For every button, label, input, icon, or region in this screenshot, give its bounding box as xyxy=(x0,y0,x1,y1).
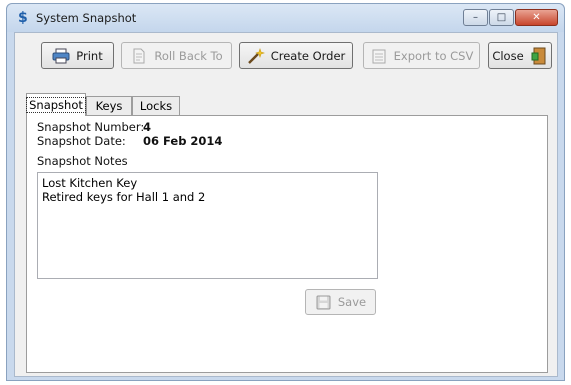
window-title: System Snapshot xyxy=(36,11,137,25)
close-label: Close xyxy=(492,48,524,63)
tab-locks[interactable]: Locks xyxy=(132,96,180,115)
exit-door-icon xyxy=(530,47,548,65)
tab-snapshot-label: Snapshot xyxy=(26,97,86,113)
snapshot-notes-field[interactable]: Lost Kitchen Key Retired keys for Hall 1… xyxy=(37,172,378,279)
window-client: Print Roll Back To Create Order Export t… xyxy=(14,32,558,377)
maximize-icon: □ xyxy=(496,12,507,23)
floppy-disk-icon xyxy=(315,293,333,311)
roll-back-to-label: Roll Back To xyxy=(154,48,223,63)
tab-keys-label: Keys xyxy=(95,99,123,113)
snapshot-panel: Snapshot Number: 4 Snapshot Date: 06 Feb… xyxy=(26,115,548,373)
print-label: Print xyxy=(76,48,103,63)
close-window-button[interactable]: ✕ xyxy=(515,9,558,26)
minimize-button[interactable]: – xyxy=(463,9,488,26)
window-controls: – □ ✕ xyxy=(463,9,558,27)
snapshot-number-label: Snapshot Number: xyxy=(37,120,145,134)
close-icon: ✕ xyxy=(532,12,541,23)
document-icon xyxy=(130,47,148,65)
system-snapshot-window: $ System Snapshot – □ ✕ Print Roll Back … xyxy=(6,3,565,381)
magic-wand-icon xyxy=(247,47,265,65)
create-order-button[interactable]: Create Order xyxy=(239,42,353,69)
save-button[interactable]: Save xyxy=(305,289,376,315)
print-button[interactable]: Print xyxy=(41,42,114,69)
export-to-csv-button[interactable]: Export to CSV xyxy=(363,42,480,69)
snapshot-date-value: 06 Feb 2014 xyxy=(143,134,223,148)
snapshot-notes-label: Snapshot Notes xyxy=(37,154,128,168)
close-button[interactable]: Close xyxy=(488,42,552,69)
tab-snapshot[interactable]: Snapshot xyxy=(26,93,86,116)
printer-icon xyxy=(52,47,70,65)
export-to-csv-label: Export to CSV xyxy=(393,48,474,63)
save-label: Save xyxy=(337,295,367,309)
create-order-label: Create Order xyxy=(270,48,346,63)
maximize-button[interactable]: □ xyxy=(489,9,514,26)
minimize-icon: – xyxy=(473,12,478,23)
app-icon: $ xyxy=(18,10,28,26)
tab-keys[interactable]: Keys xyxy=(86,96,132,115)
title-bar[interactable]: $ System Snapshot – □ ✕ xyxy=(7,4,564,32)
snapshot-number-value: 4 xyxy=(143,120,152,134)
tab-locks-label: Locks xyxy=(139,99,173,113)
export-icon xyxy=(370,47,388,65)
snapshot-date-label: Snapshot Date: xyxy=(37,134,126,148)
roll-back-to-button[interactable]: Roll Back To xyxy=(121,42,232,69)
